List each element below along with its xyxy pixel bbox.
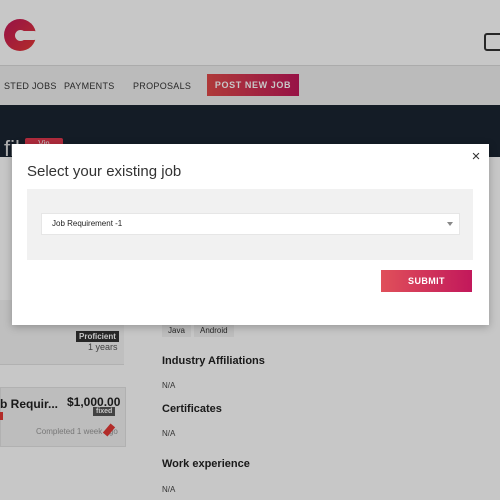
close-icon[interactable]: ×: [468, 149, 484, 165]
existing-job-select[interactable]: Job Requirement -1: [41, 213, 460, 235]
selected-job-value: Job Requirement -1: [52, 219, 123, 228]
chevron-down-icon: [447, 222, 453, 226]
submit-button[interactable]: SUBMIT: [381, 270, 472, 292]
select-job-modal: Select your existing job × Job Requireme…: [12, 144, 489, 325]
modal-title: Select your existing job: [27, 163, 182, 180]
modal-form-panel: Job Requirement -1: [27, 189, 473, 260]
